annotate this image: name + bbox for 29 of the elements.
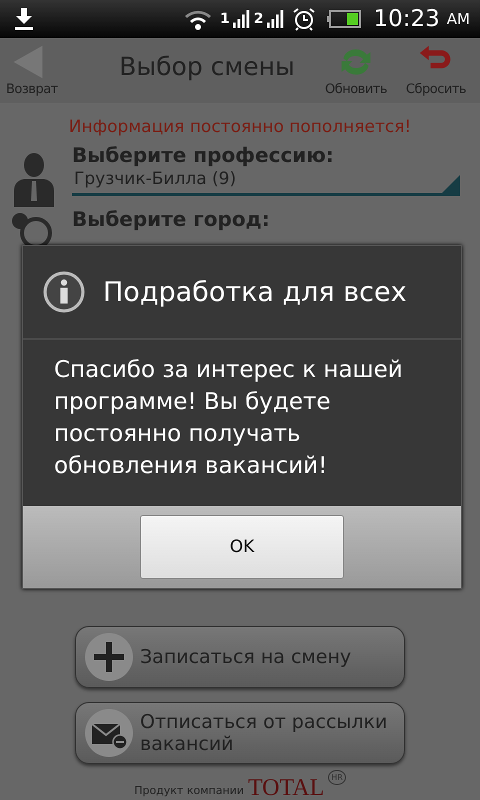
refresh-button[interactable]: Обновить [318,44,394,97]
signal-icon [266,10,284,28]
reset-button[interactable]: Сбросить [398,44,474,97]
sim-number: 1 [220,11,230,27]
footer-text: Продукт компании [134,784,244,797]
field-label: Выберите профессию: [72,143,335,167]
plus-icon [84,632,134,682]
action-button[interactable]: Записаться на смену [75,626,405,688]
battery-icon [326,10,360,28]
envelope-minus-icon [84,708,134,758]
back-button[interactable]: Возврат [6,44,66,97]
clock-time: 10:23 [374,6,440,32]
screen-title: Выбор смены [118,52,296,83]
signal-icon [232,10,251,28]
notice-text: Информация постоянно пополняется! [68,117,412,137]
clock-period: AM [446,10,470,28]
download-icon [14,8,34,30]
dialog-message: Спасибо за интерес к нашей программе! Вы будете постоянно получать обновления вакансий! [53,356,404,481]
person-icon [12,151,56,207]
profession-dropdown[interactable]: Грузчик-Билла (9) [72,167,460,196]
dropdown-corner-icon [442,175,460,193]
dialog-title: Подработка для всех [103,276,407,308]
field-label: Выберите город: [72,207,271,231]
ok-button[interactable]: OK [140,515,344,579]
action-button[interactable]: Отписаться от рассылки вакансий [75,702,405,764]
company-logo-text: TOTAL [248,776,324,800]
alarm-clock-icon [292,7,316,31]
sim-number: 2 [254,11,264,27]
info-icon [43,271,85,313]
